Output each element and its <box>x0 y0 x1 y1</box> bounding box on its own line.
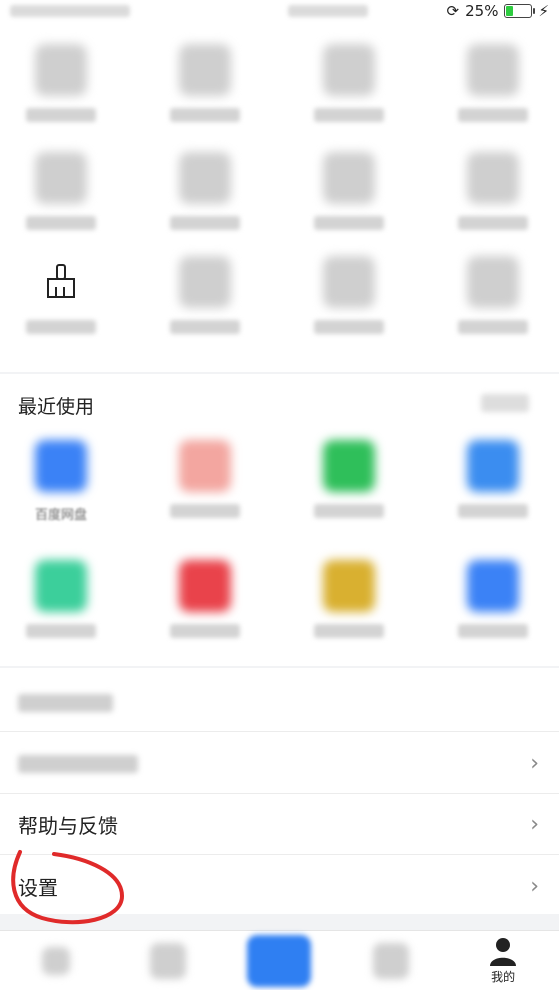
paw-icon <box>41 946 70 975</box>
tool-label <box>314 108 384 122</box>
help-feedback-row[interactable]: 帮助与反馈 › <box>0 795 559 855</box>
broom-icon <box>35 256 87 308</box>
tool-label <box>170 108 240 122</box>
tool-label <box>26 108 96 122</box>
recent-app-tile[interactable] <box>294 440 404 518</box>
tool-tile[interactable] <box>6 256 116 334</box>
app-label <box>314 624 384 638</box>
tool-tile[interactable] <box>6 152 116 230</box>
tool-icon <box>179 256 231 308</box>
tool-label <box>170 216 240 230</box>
tool-tile[interactable] <box>438 44 548 122</box>
help-feedback-label: 帮助与反馈 <box>18 814 118 838</box>
section-more-blurred[interactable] <box>481 394 529 412</box>
recent-app-tile[interactable] <box>438 440 548 518</box>
menu-label-blurred <box>18 693 113 712</box>
section-title: 最近使用 <box>18 396 95 418</box>
tool-label <box>314 320 384 334</box>
tab-center[interactable] <box>244 934 314 987</box>
tool-tile[interactable] <box>150 152 260 230</box>
person-icon <box>485 936 521 966</box>
app-label <box>314 504 384 518</box>
app-label <box>170 504 240 518</box>
tool-icon <box>467 256 519 308</box>
app-icon <box>35 560 87 612</box>
bottom-tab-bar: 我的 <box>0 930 559 990</box>
recent-app-tile[interactable]: 百度网盘 <box>6 440 116 523</box>
tab-center-icon <box>247 934 312 987</box>
tool-tile[interactable] <box>150 44 260 122</box>
status-left-blurred <box>10 5 130 17</box>
app-label: 百度网盘 <box>34 508 87 523</box>
tool-icon <box>35 152 87 204</box>
tool-label <box>170 320 240 334</box>
tool-icon <box>323 256 375 308</box>
tool-label <box>26 216 96 230</box>
tool-label <box>458 320 528 334</box>
tool-tile[interactable] <box>294 44 404 122</box>
tool-label <box>26 320 96 334</box>
app-icon <box>35 440 87 492</box>
app-icon <box>467 440 519 492</box>
menu-label-blurred <box>18 754 138 773</box>
status-center-blurred <box>288 5 369 17</box>
tab-icon <box>149 942 186 979</box>
recent-app-tile[interactable] <box>438 560 548 638</box>
tab-mine-label: 我的 <box>491 970 516 984</box>
menu-list: › 帮助与反馈 › 设置 › <box>0 668 559 914</box>
recent-app-tile[interactable] <box>150 440 260 518</box>
tab-2[interactable] <box>133 942 203 979</box>
recent-app-tile[interactable] <box>294 560 404 638</box>
app-icon <box>179 560 231 612</box>
menu-row-blurred-2[interactable]: › <box>0 734 559 794</box>
tool-icon <box>323 44 375 96</box>
status-bar: ⟳ 25% ⚡ <box>0 0 559 22</box>
recent-section: 最近使用 百度网盘 <box>0 374 559 666</box>
recent-app-tile[interactable] <box>150 560 260 638</box>
tool-tile[interactable] <box>294 256 404 334</box>
app-icon <box>323 560 375 612</box>
recent-app-tile[interactable] <box>6 560 116 638</box>
settings-label: 设置 <box>18 875 58 900</box>
app-label <box>26 624 96 638</box>
app-icon <box>467 560 519 612</box>
tool-label <box>314 216 384 230</box>
tool-icon <box>35 44 87 96</box>
battery-icon <box>504 4 536 18</box>
tool-label <box>458 216 528 230</box>
tool-tile[interactable] <box>6 44 116 122</box>
tool-label <box>458 108 528 122</box>
tool-icon <box>467 44 519 96</box>
tool-icon <box>179 152 231 204</box>
menu-row-blurred-1[interactable] <box>0 674 559 732</box>
chevron-right-icon: › <box>530 812 539 837</box>
chevron-right-icon: › <box>530 873 539 899</box>
settings-row[interactable]: 设置 › <box>0 856 559 916</box>
tab-home[interactable] <box>21 946 91 975</box>
tab-icon <box>373 942 410 979</box>
tool-icon <box>323 152 375 204</box>
charging-icon: ⚡ <box>538 2 549 20</box>
tool-tile[interactable] <box>438 152 548 230</box>
app-label <box>458 624 528 638</box>
tools-grid <box>0 22 559 372</box>
app-label <box>458 504 528 518</box>
tool-icon <box>179 44 231 96</box>
status-right: ⟳ 25% ⚡ <box>447 2 549 20</box>
tab-mine[interactable]: 我的 <box>468 936 538 985</box>
tool-tile[interactable] <box>438 256 548 334</box>
app-icon <box>323 440 375 492</box>
rotation-lock-icon: ⟳ <box>446 2 460 20</box>
tool-icon <box>467 152 519 204</box>
chevron-right-icon: › <box>530 751 539 776</box>
app-icon <box>179 440 231 492</box>
tool-tile[interactable] <box>150 256 260 334</box>
tab-4[interactable] <box>356 942 426 979</box>
tool-tile[interactable] <box>294 152 404 230</box>
app-label <box>170 624 240 638</box>
battery-percent: 25% <box>465 2 499 20</box>
